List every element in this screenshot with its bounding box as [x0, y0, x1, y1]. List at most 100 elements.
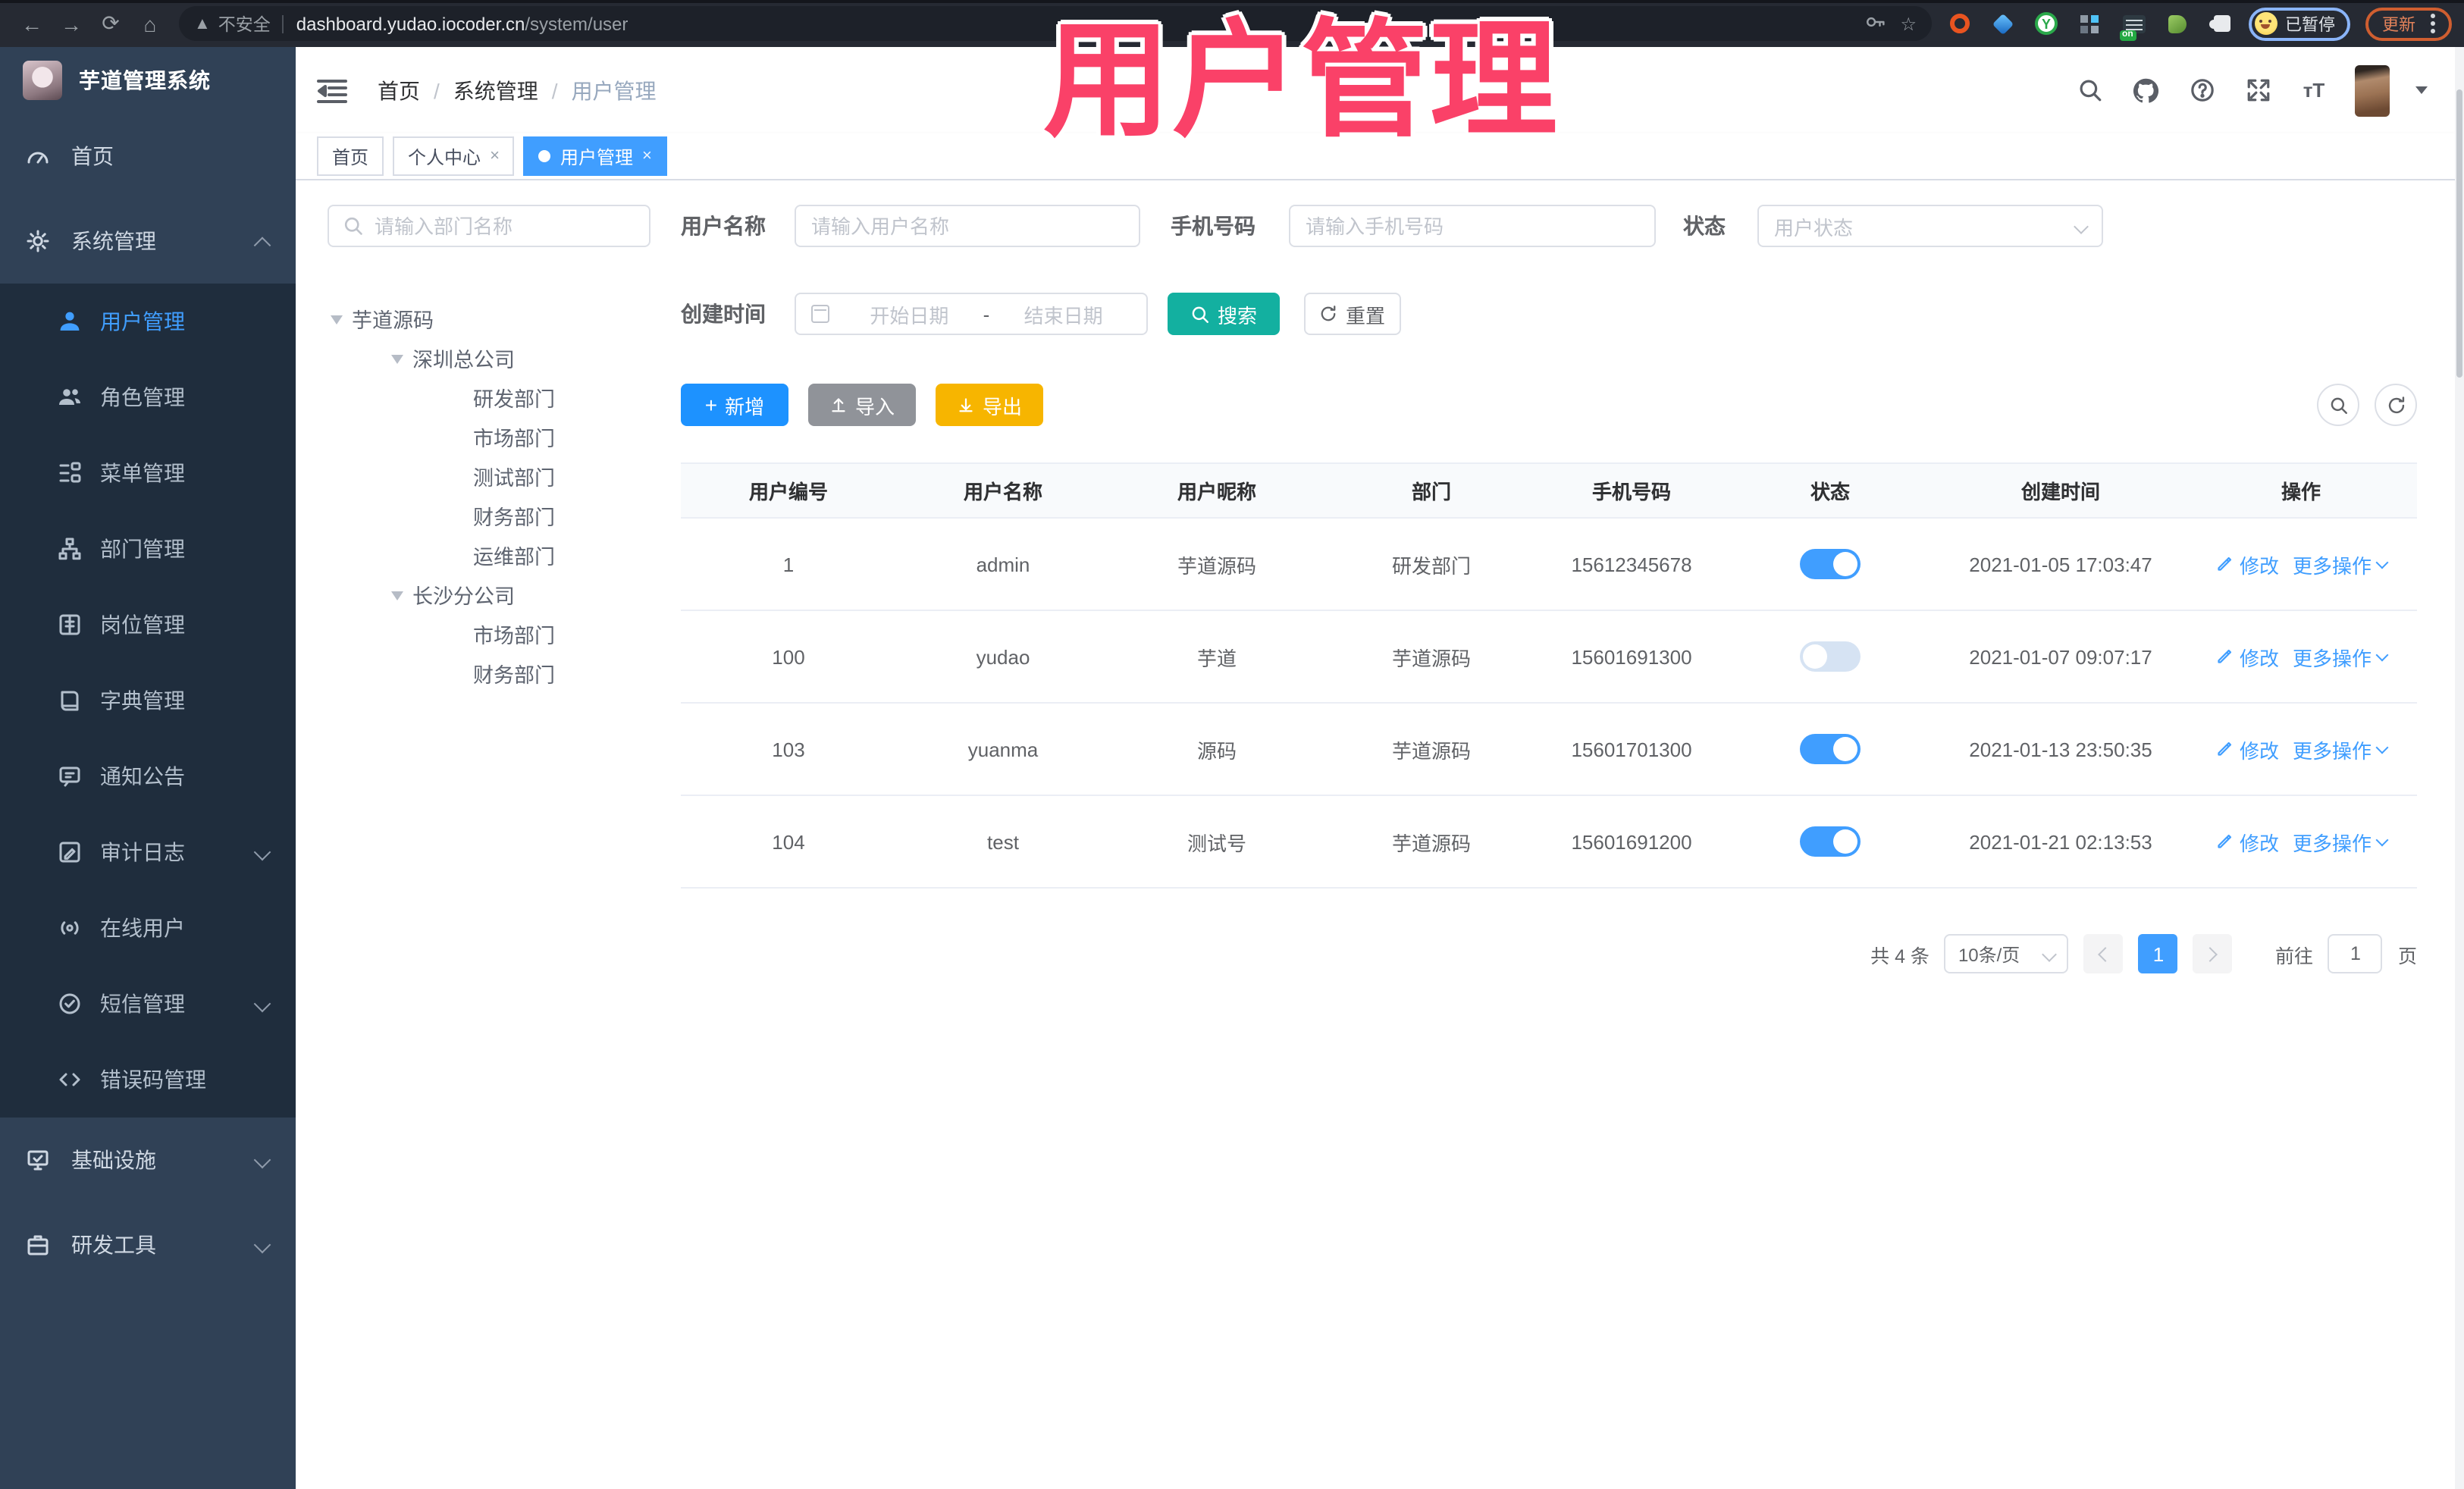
date-range-picker[interactable]: 开始日期 - 结束日期: [795, 293, 1148, 335]
extension-grid-icon[interactable]: [2077, 11, 2102, 36]
sidebar-logo-row[interactable]: 芋道管理系统: [0, 47, 296, 114]
extension-gem-icon[interactable]: [1991, 11, 2015, 36]
import-button[interactable]: 导入: [808, 384, 916, 426]
sidebar-item-dict[interactable]: 字典管理: [0, 663, 296, 738]
chevron-down-icon: [253, 1236, 271, 1254]
search-button[interactable]: 搜索: [1168, 293, 1280, 335]
username-label: 用户名称: [681, 214, 766, 238]
edit-link[interactable]: 修改: [2215, 550, 2279, 578]
breadcrumb-home[interactable]: 首页: [378, 75, 420, 105]
more-actions-link[interactable]: 更多操作: [2293, 735, 2389, 763]
edit-link[interactable]: 修改: [2215, 827, 2279, 856]
refresh-table-button[interactable]: [2375, 384, 2417, 426]
password-key-icon[interactable]: [1865, 11, 1886, 36]
audit-log-icon: [58, 840, 82, 864]
prev-page-button[interactable]: [2083, 934, 2124, 973]
sidebar-item-infrastructure[interactable]: 基础设施: [0, 1118, 296, 1202]
edit-link[interactable]: 修改: [2215, 735, 2279, 763]
mobile-input[interactable]: [1306, 215, 1639, 237]
department-search-input[interactable]: [375, 215, 635, 237]
status-toggle[interactable]: [1800, 734, 1861, 764]
add-button[interactable]: + 新增: [681, 384, 788, 426]
forward-icon[interactable]: →: [52, 4, 91, 43]
extension-adblock-icon[interactable]: on: [2119, 11, 2146, 40]
header-search-icon[interactable]: [2074, 75, 2105, 105]
status-toggle[interactable]: [1800, 641, 1861, 672]
export-button[interactable]: 导出: [936, 384, 1043, 426]
sidebar-item-roles[interactable]: 角色管理: [0, 359, 296, 435]
more-actions-link[interactable]: 更多操作: [2293, 550, 2389, 578]
sidebar-item-notices[interactable]: 通知公告: [0, 738, 296, 814]
user-avatar[interactable]: [2355, 64, 2390, 116]
help-icon[interactable]: [2187, 75, 2217, 105]
sidebar-item-departments[interactable]: 部门管理: [0, 511, 296, 587]
goto-page-input[interactable]: [2328, 934, 2383, 973]
bookmark-star-icon[interactable]: ☆: [1900, 13, 1917, 34]
next-page-button[interactable]: [2193, 934, 2233, 973]
github-icon[interactable]: [2130, 75, 2161, 105]
sidebar-item-audit-log[interactable]: 审计日志: [0, 814, 296, 890]
back-icon[interactable]: ←: [12, 4, 52, 43]
fullscreen-icon[interactable]: [2243, 75, 2273, 105]
status-toggle[interactable]: [1800, 826, 1861, 857]
font-size-icon[interactable]: тT: [2299, 75, 2329, 105]
extension-ubuntu-icon[interactable]: [1947, 11, 1971, 36]
toggle-search-button[interactable]: [2317, 384, 2359, 426]
extensions-puzzle-icon[interactable]: [2209, 11, 2234, 36]
tree-node-root[interactable]: 芋道源码: [328, 299, 650, 338]
status-toggle[interactable]: [1800, 549, 1861, 579]
page-size-select[interactable]: 10条/页: [1944, 934, 2069, 973]
tree-node-branch[interactable]: 长沙分公司: [328, 575, 650, 614]
avatar-caret-icon[interactable]: [2415, 86, 2428, 100]
tab-profile[interactable]: 个人中心 ×: [393, 136, 515, 176]
page-scrollbar[interactable]: [2455, 47, 2464, 1489]
extension-key-icon[interactable]: [2165, 11, 2190, 36]
tree-caret-icon[interactable]: [331, 315, 343, 330]
browser-profile-chip[interactable]: 已暂停: [2249, 7, 2350, 40]
close-icon[interactable]: ×: [642, 147, 652, 165]
more-actions-link[interactable]: 更多操作: [2293, 642, 2389, 671]
tree-node-branch[interactable]: 深圳总公司: [328, 338, 650, 378]
tree-node-leaf[interactable]: 市场部门: [328, 417, 650, 456]
status-select[interactable]: 用户状态: [1757, 205, 2103, 247]
tree-node-leaf[interactable]: 财务部门: [328, 496, 650, 535]
browser-update-button[interactable]: 更新: [2365, 7, 2452, 40]
department-search[interactable]: [328, 205, 650, 247]
sidebar-item-sms[interactable]: 短信管理: [0, 966, 296, 1042]
more-actions-link[interactable]: 更多操作: [2293, 827, 2389, 856]
sidebar-item-error-codes[interactable]: 错误码管理: [0, 1042, 296, 1118]
tree-node-leaf[interactable]: 测试部门: [328, 456, 650, 496]
sidebar-item-home[interactable]: 首页: [0, 114, 296, 199]
sidebar-menu: 首页 系统管理 用户管理 角色管理 菜单管理 部门管理 岗位管理 字典管理 通知…: [0, 114, 296, 1287]
reset-button[interactable]: 重置: [1304, 293, 1401, 335]
sidebar-item-posts[interactable]: 岗位管理: [0, 587, 296, 663]
sidebar-item-system[interactable]: 系统管理: [0, 199, 296, 284]
extension-y-icon[interactable]: Y: [2035, 12, 2058, 35]
tree-caret-icon[interactable]: [391, 354, 403, 369]
edit-link[interactable]: 修改: [2215, 642, 2279, 671]
tree-node-leaf[interactable]: 运维部门: [328, 535, 650, 575]
tree-caret-icon[interactable]: [391, 591, 403, 606]
tree-node-leaf[interactable]: 研发部门: [328, 378, 650, 417]
current-page[interactable]: 1: [2138, 934, 2178, 973]
home-icon[interactable]: ⌂: [130, 4, 170, 43]
tab-user-management[interactable]: 用户管理 ×: [523, 136, 667, 176]
sidebar-item-dev-tools[interactable]: 研发工具: [0, 1202, 296, 1287]
tree-node-leaf[interactable]: 财务部门: [328, 654, 650, 693]
username-input[interactable]: [811, 215, 1124, 237]
reload-icon[interactable]: ⟳: [91, 4, 130, 43]
browser-toolbar: ← → ⟳ ⌂ ▲ 不安全 dashboard.yudao.iocoder.cn…: [0, 0, 2464, 47]
close-icon[interactable]: ×: [490, 147, 500, 165]
tree-node-leaf[interactable]: 市场部门: [328, 614, 650, 654]
address-bar[interactable]: ▲ 不安全 dashboard.yudao.iocoder.cn/system/…: [179, 6, 1932, 41]
sidebar-item-users[interactable]: 用户管理: [0, 284, 296, 359]
sidebar-item-online-users[interactable]: 在线用户: [0, 890, 296, 966]
scrollbar-thumb[interactable]: [2456, 89, 2462, 378]
mobile-field[interactable]: [1289, 205, 1656, 247]
sidebar-item-menus[interactable]: 菜单管理: [0, 435, 296, 511]
tab-home[interactable]: 首页: [317, 136, 384, 176]
collapse-sidebar-icon[interactable]: [317, 75, 350, 105]
browser-menu-kebab-icon[interactable]: [2431, 21, 2435, 26]
breadcrumb-system[interactable]: 系统管理: [453, 75, 538, 105]
username-field[interactable]: [795, 205, 1140, 247]
